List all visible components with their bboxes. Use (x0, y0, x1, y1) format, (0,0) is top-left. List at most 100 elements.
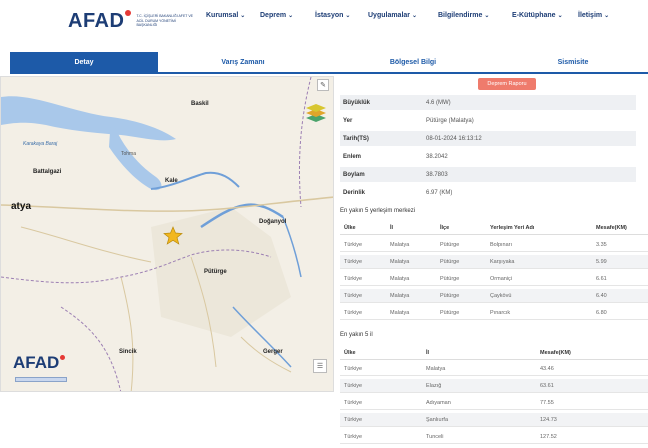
column-header: İl (426, 349, 430, 356)
nav-label: Kurumsal (206, 12, 239, 19)
table-cell: 5.99 (596, 258, 607, 265)
afad-logo[interactable]: AFAD T.C. İÇİŞLERİ BAKANLIĞI AFET VE ACİ… (68, 6, 196, 36)
chevron-down-icon: ⌄ (412, 13, 418, 19)
map-label-tohma: Tohma (121, 151, 137, 157)
tab-sismisite[interactable]: Sismisite (498, 52, 648, 72)
nav-uygulamalar[interactable]: Uygulamalar ⌄ (368, 12, 438, 19)
table-row: Türkiye Elazığ 63.61 (340, 379, 648, 393)
tab-varis-zamani[interactable]: Varış Zamanı (158, 52, 328, 72)
table-cell: Ormaniçi (490, 275, 513, 282)
main-nav: Kurumsal ⌄ Deprem ⌄ İstasyon ⌄ Uygulamalar ⌄… (206, 12, 618, 19)
detail-row-buyukluk: Büyüklük 4.6 (MW) (340, 95, 636, 110)
map-label-atya: atya (11, 201, 32, 212)
table-cell: Malatya (390, 309, 410, 316)
table-cell: Elazığ (426, 382, 442, 389)
map-logo-dot (60, 355, 66, 360)
chevron-down-icon: ⌄ (484, 13, 490, 19)
nav-bilgilendirme[interactable]: Bilgilendirme ⌄ (438, 12, 512, 19)
table-cell: Türkiye (344, 433, 363, 440)
earthquake-map[interactable]: Baskil Karakaya Baraj Battalgazi Kale at… (0, 76, 334, 392)
map-label-puturge: Pütürge (204, 269, 227, 275)
table-cell: Malatya (390, 241, 410, 248)
table-cell: Şanlıurfa (426, 416, 449, 423)
list-icon[interactable]: ☰ (313, 359, 327, 373)
settlements-table-header: Ülke İl İlçe Yerleşim Yeri Adı Mesafe(KM… (340, 221, 648, 235)
table-cell: Türkiye (344, 416, 363, 423)
tab-bolgesel-bilgi[interactable]: Bölgesel Bilgi (328, 52, 498, 72)
nearest-settlements-title: En yakın 5 yerleşim merkezi (340, 208, 416, 214)
table-cell: Türkiye (344, 292, 363, 299)
table-cell: 127.52 (540, 433, 557, 440)
column-header: İlçe (440, 224, 450, 231)
map-label-kale: Kale (165, 178, 178, 184)
nearest-provinces-title: En yakın 5 il (340, 332, 373, 338)
column-header: Mesafe(KM) (540, 349, 571, 356)
detail-value: Pütürge (Malatya) (426, 117, 474, 124)
table-cell: Türkiye (344, 382, 363, 389)
table-cell: Pütürge (440, 275, 460, 282)
table-cell: 6.40 (596, 292, 607, 299)
column-header: Mesafe(KM) (596, 224, 627, 231)
map-label-karakaya: Karakaya Baraj (23, 141, 58, 147)
table-cell: Malatya (390, 258, 410, 265)
table-row: Türkiye Malatya 43.46 (340, 362, 648, 376)
layers-icon[interactable] (305, 101, 327, 123)
nav-label: İletişim (578, 12, 603, 19)
table-cell: Tunceli (426, 433, 444, 440)
detail-tabs: Detay Varış Zamanı Bölgesel Bilgi Sismis… (10, 52, 648, 74)
site-header: AFAD T.C. İÇİŞLERİ BAKANLIĞI AFET VE ACİ… (0, 0, 648, 44)
table-cell: Türkiye (344, 258, 363, 265)
table-cell: Malatya (390, 292, 410, 299)
table-cell: Adıyaman (426, 399, 451, 406)
nav-label: E-Kütüphane (512, 12, 556, 19)
nav-istasyon[interactable]: İstasyon ⌄ (315, 12, 368, 19)
table-row: Türkiye Malatya Pütürge Çaykövü 6.40 (340, 289, 648, 303)
table-row: Türkiye Adıyaman 77.55 (340, 396, 648, 410)
table-cell: Türkiye (344, 309, 363, 316)
table-cell: Türkiye (344, 275, 363, 282)
nav-label: İstasyon (315, 12, 344, 19)
map-label-battalgazi: Battalgazi (33, 169, 62, 175)
table-cell: Pınarcık (490, 309, 511, 316)
table-cell: 43.46 (540, 365, 554, 372)
deprem-raporu-button[interactable]: Deprem Raporu (478, 78, 536, 90)
table-row: Türkiye Malatya Pütürge Ormaniçi 6.61 (340, 272, 648, 286)
chevron-down-icon: ⌄ (557, 13, 563, 19)
nav-kurumsal[interactable]: Kurumsal ⌄ (206, 12, 260, 19)
detail-key: Tarih(TS) (343, 135, 369, 142)
table-cell: 63.61 (540, 382, 554, 389)
detail-value: 08-01-2024 16:13:12 (426, 135, 482, 142)
column-header: Ülke (344, 224, 356, 231)
table-cell: Türkiye (344, 399, 363, 406)
table-row: Türkiye Şanlıurfa 124.73 (340, 413, 648, 427)
column-header: İl (390, 224, 394, 231)
detail-key: Boylam (343, 171, 365, 178)
nav-label: Deprem (260, 12, 287, 19)
logo-subtitle: T.C. İÇİŞLERİ BAKANLIĞI AFET VE ACİL DUR… (136, 14, 193, 28)
chevron-down-icon: ⌄ (240, 13, 246, 19)
map-label-baskil: Baskil (191, 101, 209, 107)
nav-deprem[interactable]: Deprem ⌄ (260, 12, 315, 19)
table-row: Türkiye Tunceli 127.52 (340, 430, 648, 444)
map-label-gerger: Gerger (263, 349, 283, 355)
map-afad-logo: AFAD (13, 353, 66, 373)
tab-detay[interactable]: Detay (10, 52, 158, 72)
detail-key: Büyüklük (343, 99, 371, 106)
column-header: Ülke (344, 349, 356, 356)
chevron-down-icon: ⌄ (288, 13, 294, 19)
pencil-icon[interactable]: ✎ (317, 79, 329, 91)
detail-key: Enlem (343, 153, 362, 160)
nav-e-kutuphane[interactable]: E-Kütüphane ⌄ (512, 12, 578, 19)
table-cell: Çaykövü (490, 292, 512, 299)
map-label-doganyol: Doğanyol (259, 219, 287, 225)
detail-value: 38.2042 (426, 153, 448, 160)
table-cell: Malatya (426, 365, 446, 372)
table-cell: Pütürge (440, 241, 460, 248)
logo-dot (125, 10, 132, 16)
detail-value: 4.6 (MW) (426, 99, 451, 106)
nav-iletisim[interactable]: İletişim ⌄ (578, 12, 618, 19)
table-row: Türkiye Malatya Pütürge Pınarcık 6.80 (340, 306, 648, 320)
table-cell: Pütürge (440, 292, 460, 299)
table-cell: 6.80 (596, 309, 607, 316)
table-cell: 3.35 (596, 241, 607, 248)
